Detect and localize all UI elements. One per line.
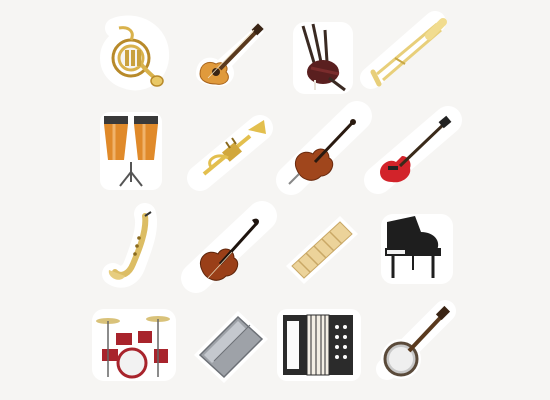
grand-piano-icon <box>375 208 459 292</box>
cello-icon <box>276 101 372 195</box>
accordion-icon <box>275 303 361 387</box>
violin-icon <box>181 201 277 293</box>
trumpet-icon <box>187 112 274 196</box>
drum-kit-icon <box>88 303 176 387</box>
trombone-icon <box>360 11 449 98</box>
conga-drums-icon <box>92 110 176 194</box>
banjo-icon <box>375 300 459 387</box>
bagpipes-icon <box>285 16 369 100</box>
xylophone-icon <box>280 208 364 292</box>
harmonica-icon <box>188 303 272 387</box>
instrument-sticker-grid <box>0 0 550 400</box>
french-horn-icon <box>95 14 179 98</box>
electric-bass-icon <box>364 106 462 194</box>
acoustic-guitar-icon <box>186 14 270 98</box>
saxophone-icon <box>95 203 179 292</box>
